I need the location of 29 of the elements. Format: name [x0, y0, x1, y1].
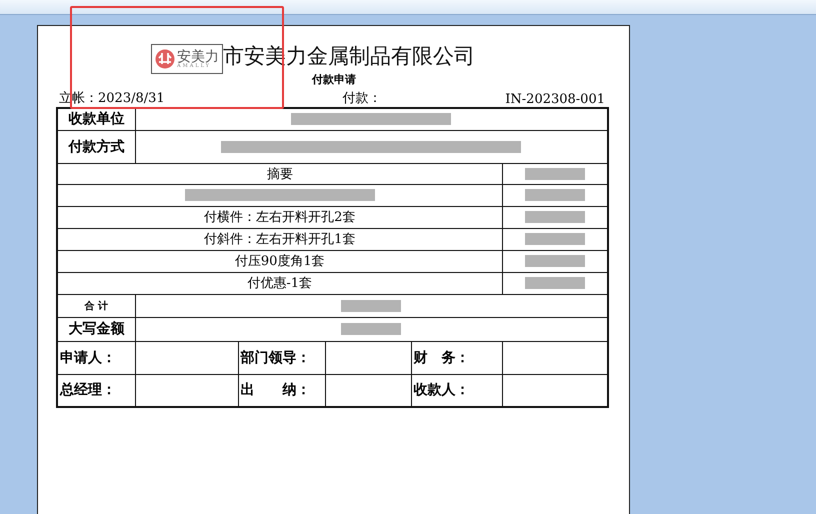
logo-mark-icon	[155, 49, 175, 69]
redaction-block	[524, 277, 585, 290]
table-cell: 付斜件：左右开料开孔1套	[204, 232, 356, 247]
table-cell: 付款方式	[68, 138, 124, 154]
table-cell: 付横件：左右开料开孔2套	[204, 210, 356, 225]
table-cell: 付优惠-1套	[247, 276, 312, 291]
redaction-block	[524, 255, 585, 268]
redaction-block	[341, 300, 402, 312]
column-header: 摘要	[266, 166, 293, 182]
table-cell: 申请人：	[60, 350, 116, 366]
table-cell: 付压90度角1套	[234, 254, 325, 269]
posting-date: 立帐：2023/8/31	[59, 90, 165, 107]
payment-label: 付款：	[342, 90, 382, 107]
redaction-block	[524, 211, 585, 224]
table-cell: 收款人：	[414, 382, 470, 398]
table-cell: 财 务：	[414, 350, 470, 366]
table-cell: 收款单位	[68, 111, 124, 128]
document-number: IN-202308-001	[505, 92, 605, 107]
redaction-block	[524, 233, 585, 246]
table-cell: 出 纳：	[240, 382, 310, 398]
redaction-block	[341, 323, 402, 336]
table-cell: 合 计	[84, 300, 108, 312]
form-title: 付款申请	[312, 73, 356, 86]
redaction-block	[524, 189, 585, 202]
table-cell: 部门领导：	[240, 350, 310, 366]
table-cell: 总经理：	[60, 382, 116, 398]
redaction-block	[524, 168, 585, 180]
table-cell: 大写金额	[68, 321, 124, 337]
logo-text: 安美力	[177, 50, 219, 64]
